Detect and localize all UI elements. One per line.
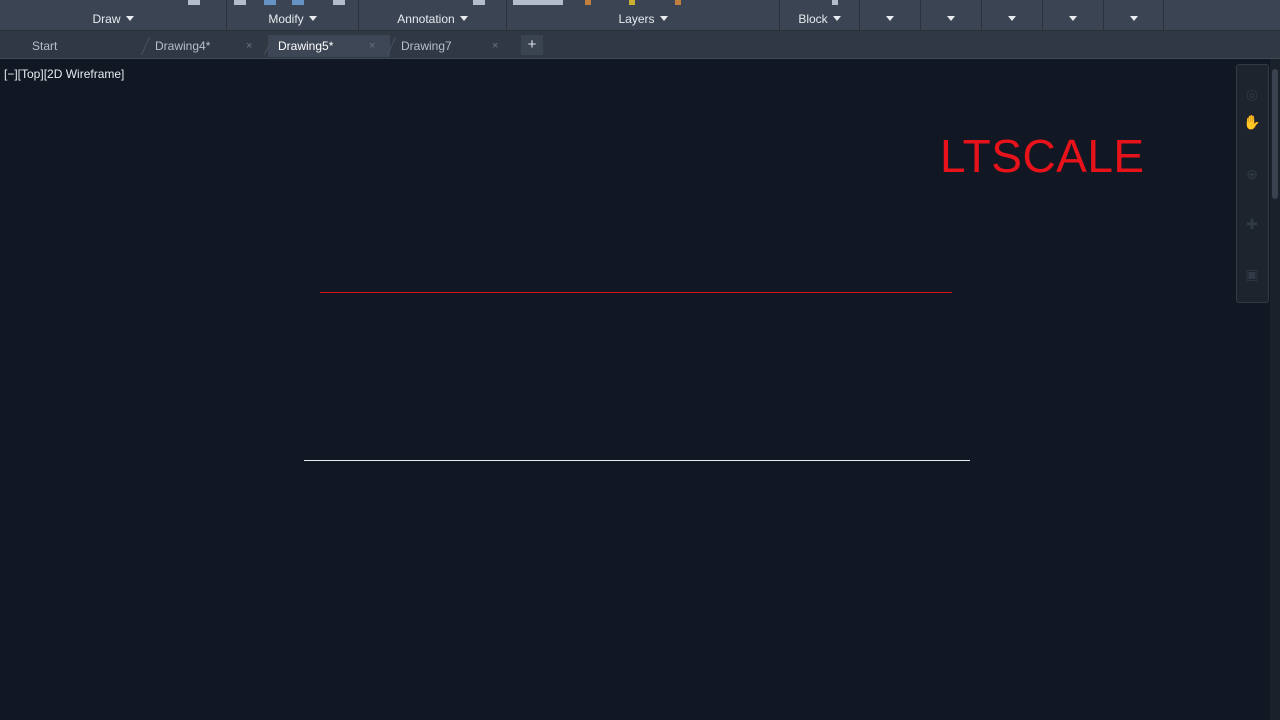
- tab-drawing7[interactable]: Drawing7 ×: [391, 35, 513, 57]
- layer-lock-icon[interactable]: [675, 0, 681, 5]
- red-line-object[interactable]: [320, 292, 952, 293]
- ribbon-panel-draw[interactable]: Draw: [0, 0, 227, 30]
- chevron-down-icon: [1129, 16, 1138, 21]
- draw-tool-icon[interactable]: [188, 0, 200, 5]
- ribbon-panel-annotation[interactable]: Annotation: [359, 0, 507, 30]
- new-tab-button[interactable]: +: [521, 35, 543, 55]
- drawing-viewport[interactable]: [−][Top][2D Wireframe] LTSCALE: [0, 59, 1270, 720]
- tab-label: Drawing4*: [155, 39, 211, 53]
- ribbon-panel-collapsed-3[interactable]: [982, 0, 1043, 30]
- file-tab-bar: Start Drawing4* × Drawing5* × Drawing7 ×: [0, 31, 1280, 59]
- chevron-down-icon: [832, 16, 841, 21]
- block-panel-title[interactable]: Block: [780, 12, 859, 26]
- ribbon-panel-collapsed-5[interactable]: [1104, 0, 1164, 30]
- chevron-down-icon: [1069, 16, 1077, 21]
- ribbon: Draw Modify Annotation Layers Block: [0, 0, 1280, 31]
- zoom-extents-icon[interactable]: ⊕: [1243, 165, 1261, 183]
- orbit-icon[interactable]: ✚: [1243, 215, 1261, 233]
- layer-freeze-icon[interactable]: [629, 0, 635, 5]
- copy-icon[interactable]: [234, 0, 246, 5]
- chevron-down-icon: [125, 16, 134, 21]
- tab-start[interactable]: Start: [20, 35, 142, 57]
- tab-drawing5[interactable]: Drawing5* ×: [268, 35, 390, 57]
- chevron-down-icon: [459, 16, 468, 21]
- close-icon[interactable]: ×: [369, 35, 375, 57]
- layers-panel-title[interactable]: Layers: [507, 12, 779, 26]
- chevron-down-icon: [659, 16, 668, 21]
- mirror-icon[interactable]: [292, 0, 304, 5]
- tab-label: Drawing7: [401, 39, 452, 53]
- offset-icon[interactable]: [333, 0, 345, 5]
- ribbon-panel-block[interactable]: Block: [780, 0, 860, 30]
- chevron-down-icon: [886, 16, 894, 21]
- tab-label: Drawing5*: [278, 39, 334, 53]
- layer-state-icon[interactable]: [585, 0, 591, 5]
- ribbon-panel-layers[interactable]: Layers: [507, 0, 780, 30]
- draw-panel-title[interactable]: Draw: [0, 12, 226, 26]
- array-icon[interactable]: [264, 0, 276, 5]
- ribbon-panel-modify[interactable]: Modify: [227, 0, 359, 30]
- plus-icon: +: [527, 36, 537, 53]
- chevron-down-icon: [947, 16, 955, 21]
- tab-drawing4[interactable]: Drawing4* ×: [145, 35, 267, 57]
- ribbon-panel-collapsed-2[interactable]: [921, 0, 982, 30]
- vertical-scrollbar[interactable]: [1270, 59, 1280, 720]
- modify-panel-title[interactable]: Modify: [227, 12, 358, 26]
- showmotion-icon[interactable]: ▣: [1243, 265, 1261, 283]
- steering-wheel-icon[interactable]: ◎: [1243, 85, 1261, 103]
- navigation-bar: ◎ ✋ ⊕ ✚ ▣: [1236, 64, 1269, 303]
- layer-properties-icon[interactable]: [513, 0, 563, 5]
- chevron-down-icon: [1008, 16, 1016, 21]
- viewport-controls-label[interactable]: [−][Top][2D Wireframe]: [4, 67, 124, 81]
- block-editor-icon[interactable]: [832, 0, 838, 5]
- ltscale-text-object[interactable]: LTSCALE: [940, 131, 1145, 181]
- chevron-down-icon: [308, 16, 317, 21]
- tab-label: Start: [32, 39, 58, 53]
- pan-icon[interactable]: ✋: [1243, 113, 1261, 131]
- scrollbar-thumb[interactable]: [1272, 69, 1278, 199]
- white-line-object[interactable]: [304, 460, 970, 461]
- table-icon[interactable]: [473, 0, 485, 5]
- ribbon-panel-collapsed-4[interactable]: [1043, 0, 1104, 30]
- close-icon[interactable]: ×: [492, 35, 498, 57]
- annotation-panel-title[interactable]: Annotation: [359, 12, 506, 26]
- ribbon-panel-collapsed-1[interactable]: [860, 0, 921, 30]
- close-icon[interactable]: ×: [246, 35, 252, 57]
